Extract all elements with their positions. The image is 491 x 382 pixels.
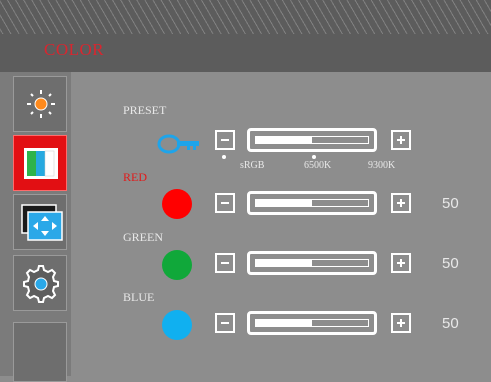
preset-slider-track xyxy=(255,136,369,144)
sidebar-item-image-position[interactable] xyxy=(13,194,67,250)
sidebar-item-brightness[interactable] xyxy=(13,76,67,132)
osd-header: COLOR xyxy=(0,0,491,72)
sidebar-item-color[interactable] xyxy=(13,135,67,191)
blue-swatch xyxy=(162,310,192,340)
blue-value: 50 xyxy=(442,315,459,332)
red-value: 50 xyxy=(442,195,459,212)
preset-dot-marker xyxy=(222,155,226,159)
red-minus-button[interactable] xyxy=(215,193,235,213)
green-slider-track xyxy=(255,259,369,267)
green-slider-fill xyxy=(256,260,312,266)
green-slider[interactable] xyxy=(247,251,377,275)
red-swatch xyxy=(162,189,192,219)
preset-minus-button[interactable] xyxy=(215,130,235,150)
red-plus-button[interactable] xyxy=(391,193,411,213)
page-title: COLOR xyxy=(44,40,105,59)
preset-plus-button[interactable] xyxy=(391,130,411,150)
key-icon xyxy=(157,134,199,154)
blue-slider[interactable] xyxy=(247,311,377,335)
green-plus-button[interactable] xyxy=(391,253,411,273)
preset-option-9300k[interactable]: 9300K xyxy=(368,160,395,171)
sidebar-item-empty[interactable] xyxy=(13,322,67,382)
preset-slider-fill xyxy=(256,137,312,143)
green-value: 50 xyxy=(442,255,459,272)
osd-sidebar xyxy=(0,72,71,382)
brightness-icon xyxy=(27,90,55,118)
red-slider-track xyxy=(255,199,369,207)
blue-plus-button[interactable] xyxy=(391,313,411,333)
image-position-icon xyxy=(21,204,63,241)
red-slider[interactable] xyxy=(247,191,377,215)
blue-minus-button[interactable] xyxy=(215,313,235,333)
blue-slider-track xyxy=(255,319,369,327)
preset-option-srgb[interactable]: sRGB xyxy=(240,160,264,171)
settings-gear-icon xyxy=(23,265,59,303)
green-label: GREEN xyxy=(123,230,163,244)
blue-label: BLUE xyxy=(123,290,155,304)
sidebar-item-settings[interactable] xyxy=(13,255,67,311)
preset-dot-marker-current xyxy=(312,155,316,159)
green-swatch xyxy=(162,250,192,280)
preset-slider[interactable] xyxy=(247,128,377,152)
blue-slider-fill xyxy=(256,320,312,326)
green-minus-button[interactable] xyxy=(215,253,235,273)
preset-label: PRESET xyxy=(123,103,167,117)
preset-option-6500k[interactable]: 6500K xyxy=(304,160,331,171)
red-label: RED xyxy=(123,170,147,184)
red-slider-fill xyxy=(256,200,312,206)
color-bars-icon xyxy=(24,148,58,179)
